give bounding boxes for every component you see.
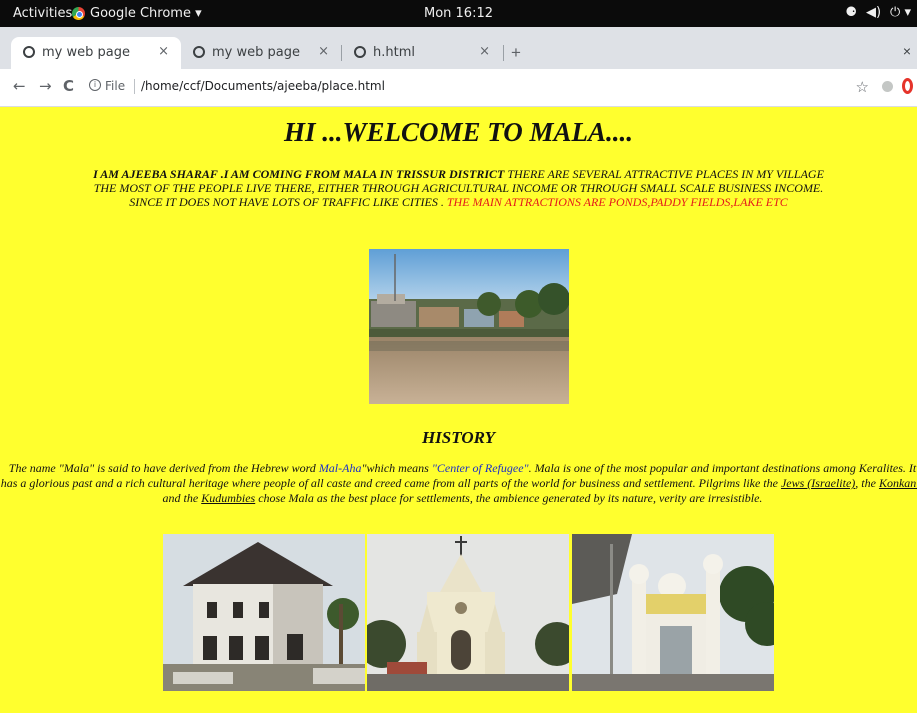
intro-line1: THERE ARE SEVERAL ATTRACTIVE PLACES IN M… — [504, 167, 824, 181]
history-text: chose Mala as the best place for settlem… — [255, 491, 763, 505]
globe-icon — [193, 46, 205, 58]
intro-line3: SINCE IT DOES NOT HAVE LOTS OF TRAFFIC L… — [129, 195, 447, 209]
profile-avatar-icon[interactable] — [882, 81, 893, 92]
clock[interactable]: Mon 16:12 — [0, 6, 917, 21]
tab-title: h.html — [373, 45, 415, 60]
site-info-icon[interactable]: i — [89, 79, 101, 91]
omnibox-divider — [134, 79, 135, 94]
tab-strip: my web page × my web page × h.html × — [0, 27, 917, 69]
back-icon[interactable]: ← — [13, 77, 26, 95]
history-text: and the — [162, 491, 202, 505]
tab-my-web-page-1[interactable]: my web page × — [11, 37, 181, 69]
power-icon: ⏻ ▾ — [890, 5, 911, 20]
photo-gallery — [163, 534, 774, 691]
jews-link[interactable]: Jews (Israelite) — [781, 476, 855, 490]
bookmark-star-icon[interactable]: ☆ — [856, 78, 869, 96]
globe-icon — [354, 46, 366, 58]
pond-photo — [369, 249, 569, 404]
mal-aha-link[interactable]: Mal-Aha — [319, 461, 362, 475]
history-heading: HISTORY — [421, 428, 496, 447]
intro-paragraph: I AM AJEEBA SHARAF .I AM COMING FROM MAL… — [0, 167, 917, 209]
page-title: HI ...WELCOME TO MALA.... — [283, 117, 634, 147]
old-house-photo — [163, 534, 365, 691]
globe-icon — [23, 46, 35, 58]
history-paragraph: The name "Mala" is said to have derived … — [0, 461, 917, 506]
browser-toolbar: ← → C i File /home/ccf/Documents/ajeeba/… — [0, 69, 917, 107]
volume-icon: ◀) — [865, 5, 882, 20]
network-icon: ⚈ — [845, 5, 857, 20]
address-bar[interactable]: /home/ccf/Documents/ajeeba/place.html — [141, 79, 385, 93]
mosque-photo — [572, 534, 774, 691]
system-top-bar: Activities Google Chrome ▾ Mon 16:12 ⚈ ◀… — [0, 0, 917, 27]
tab-h-html[interactable]: h.html × — [342, 37, 502, 69]
tab-my-web-page-2[interactable]: my web page × — [181, 37, 341, 69]
intro-attractions: THE MAIN ATTRACTIONS ARE PONDS,PADDY FIE… — [446, 195, 788, 209]
tab-close-icon[interactable]: × — [318, 44, 329, 59]
center-of-refugee-link[interactable]: "Center of Refugee" — [432, 461, 529, 475]
intro-line2: THE MOST OF THE PEOPLE LIVE THERE, EITHE… — [93, 181, 824, 195]
konkanis-link[interactable]: Konkanis — [879, 476, 917, 490]
window-close-icon[interactable]: × — [903, 43, 911, 59]
tab-close-icon[interactable]: × — [479, 44, 490, 59]
history-text: "which means — [361, 461, 432, 475]
reload-icon[interactable]: C — [63, 77, 74, 95]
web-page: HI ...WELCOME TO MALA.... I AM AJEEBA SH… — [0, 108, 917, 713]
tab-divider — [503, 45, 504, 61]
intro-bold: I AM AJEEBA SHARAF .I AM COMING FROM MAL… — [93, 167, 505, 181]
church-photo — [367, 534, 569, 691]
kudumbies-link[interactable]: Kudumbies — [201, 491, 255, 505]
tab-title: my web page — [212, 45, 300, 60]
file-scheme-label: File — [105, 79, 126, 93]
extension-icon[interactable] — [902, 78, 913, 94]
system-tray[interactable]: ⚈ ◀) ⏻ ▾ — [845, 5, 911, 20]
history-text: , the — [855, 476, 879, 490]
tab-close-icon[interactable]: × — [158, 44, 169, 59]
new-tab-button[interactable]: + — [511, 43, 521, 63]
tab-title: my web page — [42, 45, 130, 60]
history-text: The name "Mala" is said to have derived … — [8, 461, 319, 475]
forward-icon[interactable]: → — [39, 77, 52, 95]
